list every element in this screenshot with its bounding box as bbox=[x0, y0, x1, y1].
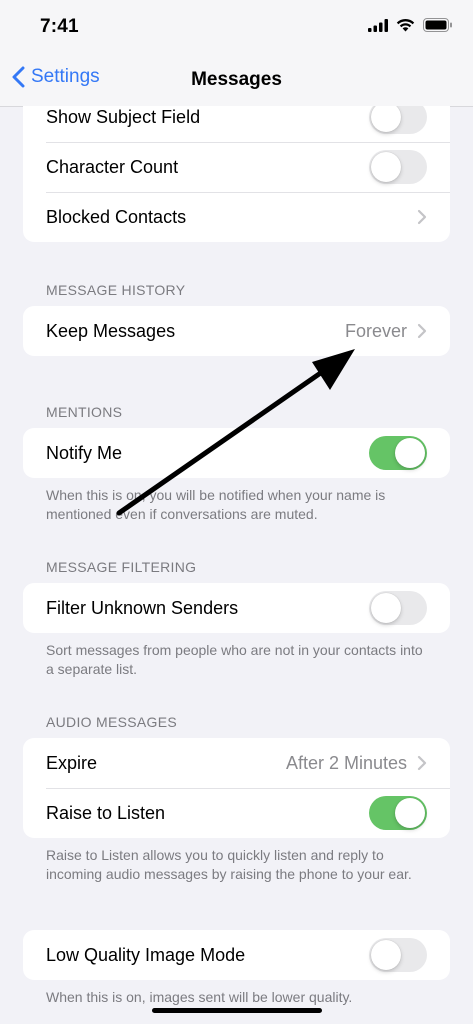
blocked-contacts-label: Blocked Contacts bbox=[46, 206, 187, 227]
expire-row[interactable]: Expire After 2 Minutes bbox=[23, 738, 450, 788]
notify-me-row: Notify Me bbox=[23, 428, 450, 478]
battery-icon bbox=[423, 18, 452, 32]
home-indicator bbox=[152, 1008, 322, 1013]
keep-messages-label: Keep Messages bbox=[46, 320, 176, 341]
status-time: 7:41 bbox=[40, 16, 79, 37]
keep-messages-value: Forever bbox=[344, 320, 407, 341]
expire-label: Expire bbox=[46, 752, 98, 773]
mentions-group: Notify Me bbox=[23, 428, 450, 478]
filter-unknown-senders-label: Filter Unknown Senders bbox=[46, 597, 239, 618]
raise-to-listen-toggle[interactable] bbox=[369, 796, 427, 830]
message-filtering-group: Filter Unknown Senders bbox=[23, 583, 450, 633]
general-group: Show Subject Field Character Count Block… bbox=[23, 106, 450, 242]
keep-messages-row[interactable]: Keep Messages Forever bbox=[23, 306, 450, 356]
low-quality-image-mode-row: Low Quality Image Mode bbox=[23, 930, 450, 980]
raise-to-listen-label: Raise to Listen bbox=[46, 802, 166, 823]
message-filtering-footer: Sort messages from people who are not in… bbox=[46, 642, 423, 677]
low-quality-image-mode-toggle[interactable] bbox=[369, 938, 427, 972]
mentions-footer: When this is on, you will be notified wh… bbox=[46, 487, 386, 522]
settings-list[interactable]: Show Subject Field Character Count Block… bbox=[0, 106, 473, 1024]
show-subject-field-row: Show Subject Field bbox=[23, 106, 450, 142]
filter-unknown-senders-row: Filter Unknown Senders bbox=[23, 583, 450, 633]
chevron-right-icon bbox=[417, 323, 427, 339]
status-bar: 7:41 bbox=[0, 0, 473, 56]
mentions-header: MENTIONS bbox=[46, 404, 123, 420]
audio-messages-group: Expire After 2 Minutes Raise to Listen bbox=[23, 738, 450, 838]
chevron-right-icon bbox=[417, 209, 427, 225]
message-filtering-header: MESSAGE FILTERING bbox=[46, 559, 197, 575]
filter-unknown-senders-toggle[interactable] bbox=[369, 591, 427, 625]
audio-messages-footer: Raise to Listen allows you to quickly li… bbox=[46, 847, 412, 882]
character-count-toggle[interactable] bbox=[369, 150, 427, 184]
show-subject-field-label: Show Subject Field bbox=[46, 106, 201, 127]
notify-me-label: Notify Me bbox=[46, 442, 123, 463]
low-quality-image-mode-label: Low Quality Image Mode bbox=[46, 944, 246, 965]
character-count-row: Character Count bbox=[23, 142, 450, 192]
message-history-header: MESSAGE HISTORY bbox=[46, 282, 186, 298]
message-history-group: Keep Messages Forever bbox=[23, 306, 450, 356]
status-icons bbox=[368, 18, 453, 32]
wifi-icon bbox=[396, 18, 415, 32]
character-count-label: Character Count bbox=[46, 156, 179, 177]
navigation-bar: Settings Messages bbox=[0, 56, 473, 107]
low-quality-group: Low Quality Image Mode bbox=[23, 930, 450, 980]
cellular-signal-icon bbox=[368, 18, 388, 32]
raise-to-listen-row: Raise to Listen bbox=[23, 788, 450, 838]
audio-messages-header: AUDIO MESSAGES bbox=[46, 714, 178, 730]
notify-me-toggle[interactable] bbox=[369, 436, 427, 470]
page-title: Messages bbox=[191, 69, 282, 90]
chevron-right-icon bbox=[417, 755, 427, 771]
blocked-contacts-row[interactable]: Blocked Contacts bbox=[23, 192, 450, 242]
show-subject-field-toggle[interactable] bbox=[369, 106, 427, 134]
expire-value: After 2 Minutes bbox=[285, 752, 407, 773]
low-quality-footer: When this is on, images sent will be low… bbox=[46, 989, 353, 1005]
